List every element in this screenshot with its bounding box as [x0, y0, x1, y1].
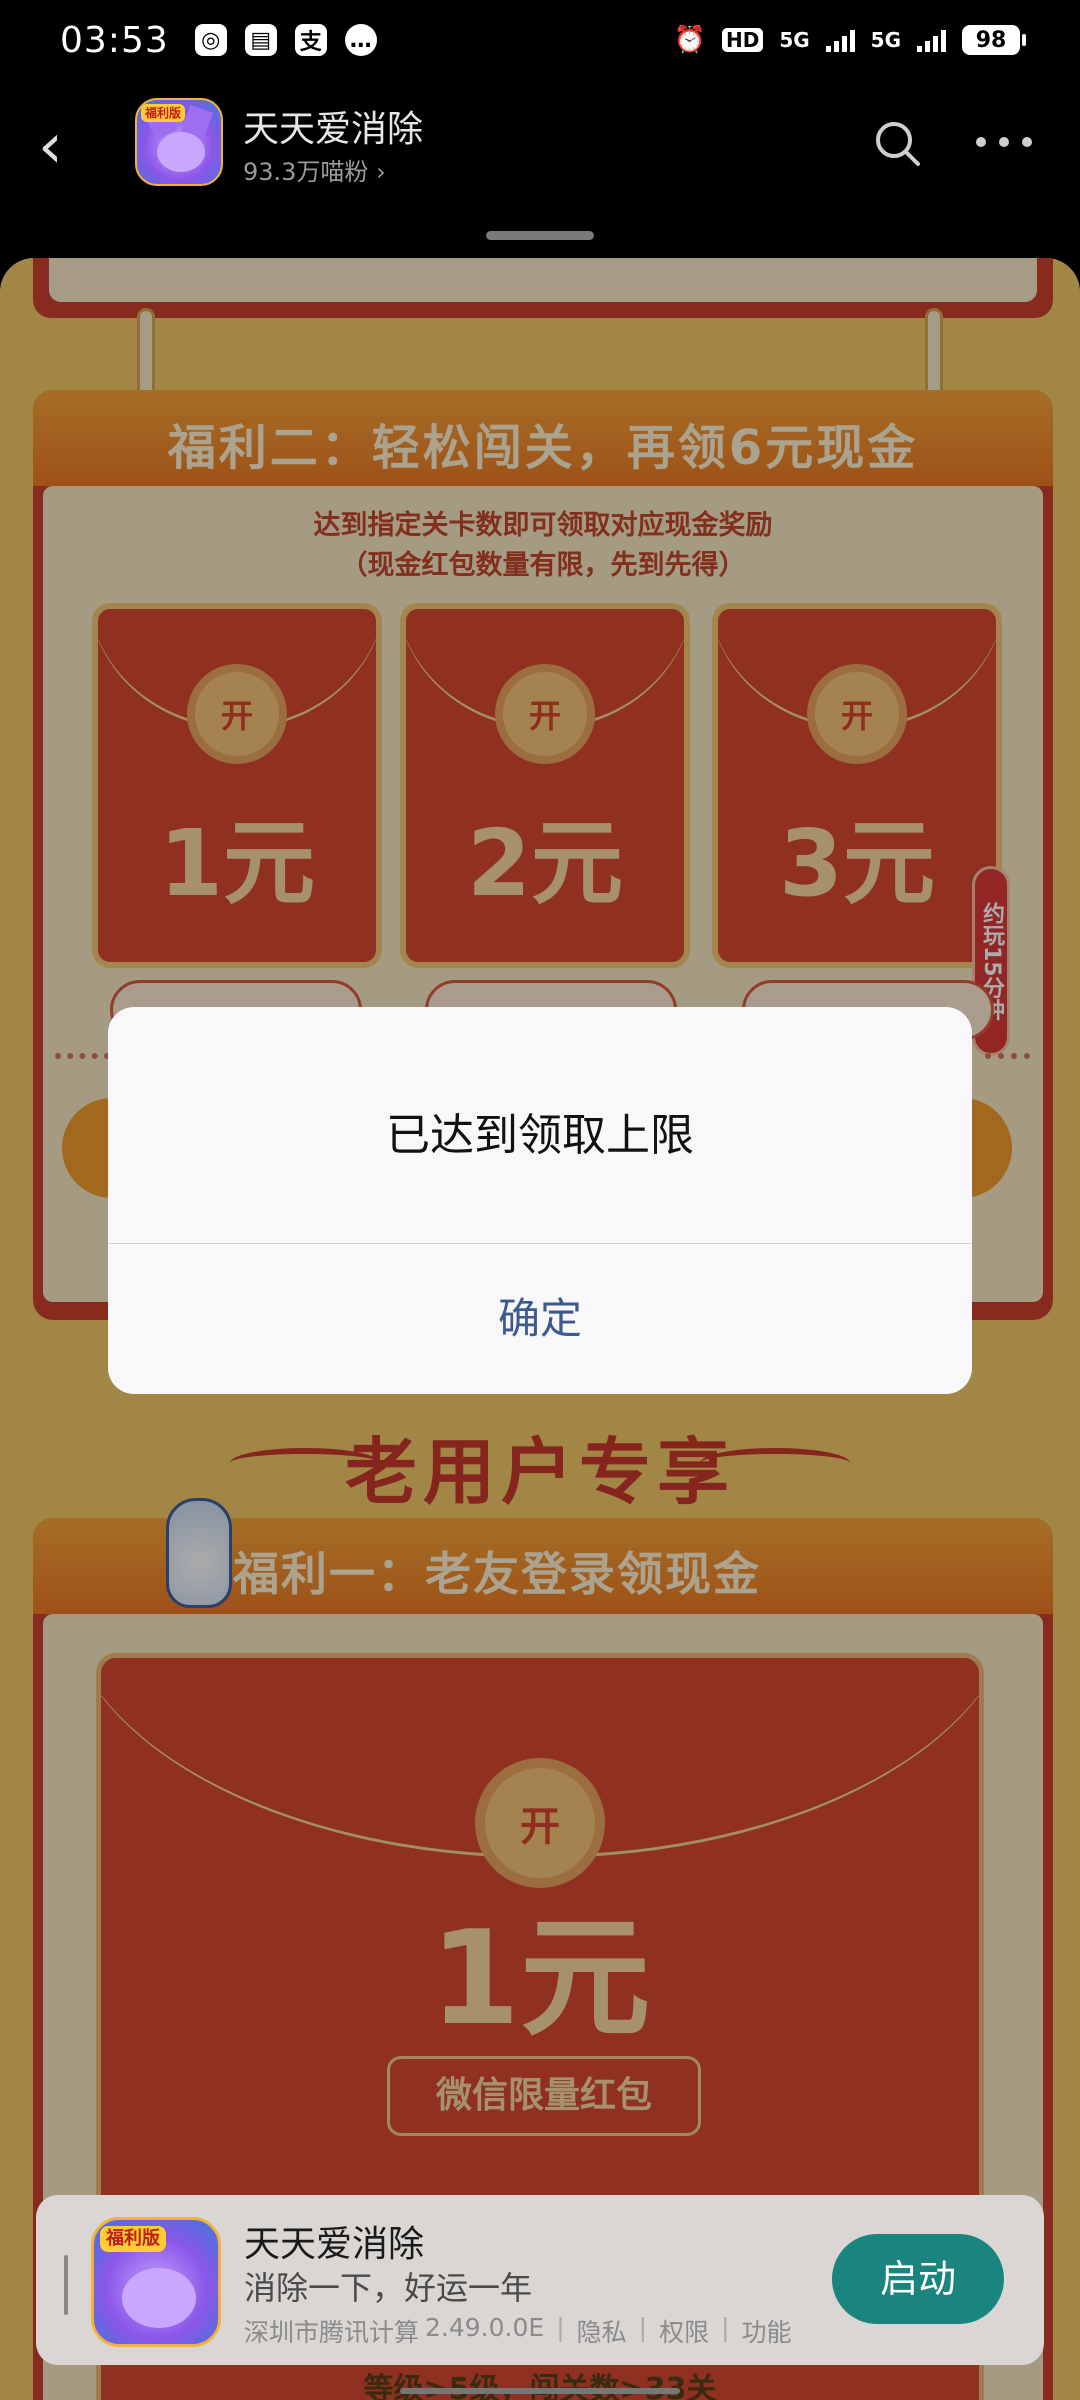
app-version: 2.49.0.0E [425, 2313, 545, 2342]
logo-badge: 福利版 [141, 104, 185, 122]
app-logo[interactable]: 福利版 [135, 98, 223, 186]
signal-1-icon [825, 28, 855, 52]
bank-notification-icon: ◎ [194, 24, 227, 56]
launch-button[interactable]: 启动 [832, 2234, 1004, 2324]
status-time: 03:53 [60, 19, 169, 61]
network-2-label: 5G [870, 28, 901, 52]
dialog-message: 已达到领取上限 [386, 1110, 694, 1161]
search-icon[interactable] [872, 118, 922, 168]
banner-app-logo: 福利版 [91, 2217, 221, 2347]
limit-reached-dialog: 已达到领取上限 确定 [108, 1007, 972, 1394]
home-indicator[interactable] [400, 2388, 680, 2394]
signal-2-icon [917, 28, 946, 52]
permissions-link[interactable]: 权限 [659, 2313, 709, 2349]
sheet-grab-handle[interactable] [486, 231, 594, 240]
app-name[interactable]: 天天爱消除 [243, 100, 423, 152]
top-nav: ‹ 福利版 天天爱消除 93.3万喵粉 › [0, 80, 1080, 210]
banner-slogan: 消除一下，好运一年 [244, 2269, 533, 2307]
status-right: ⏰ HD 5G 5G 98 [673, 25, 1026, 55]
alarm-icon: ⏰ [673, 25, 706, 55]
bus-notification-icon: ▤ [244, 24, 277, 56]
status-bar: 03:53 ◎ ▤ 支 … ⏰ HD 5G 5G 98 [0, 0, 1080, 80]
confirm-button[interactable]: 确定 [108, 1244, 972, 1394]
banner-meta: 深圳市腾讯计算 2.49.0.0E | 隐私 | 权限 | 功能 [244, 2313, 792, 2349]
banner-logo-badge: 福利版 [100, 2226, 166, 2252]
chat-notification-icon: … [344, 24, 377, 56]
back-button[interactable]: ‹ [38, 115, 78, 177]
fans-count-link[interactable]: 93.3万喵粉 › [243, 152, 386, 187]
fans-count: 93.3万喵粉 [243, 158, 369, 186]
privacy-link[interactable]: 隐私 [577, 2313, 627, 2349]
hd-icon: HD [721, 28, 764, 52]
banner-app-name: 天天爱消除 [244, 2224, 425, 2265]
more-options-icon[interactable] [976, 132, 1032, 152]
bottom-requirement-text: 等级>5级，闯关数>33关 [363, 2372, 717, 2400]
features-link[interactable]: 功能 [742, 2313, 792, 2349]
alipay-notification-icon: 支 [294, 24, 327, 56]
battery-icon: 98 [962, 25, 1026, 55]
notification-icons: ◎ ▤ 支 … [194, 24, 377, 56]
network-1-label: 5G [779, 28, 810, 52]
developer-name: 深圳市腾讯计算 [244, 2318, 420, 2347]
